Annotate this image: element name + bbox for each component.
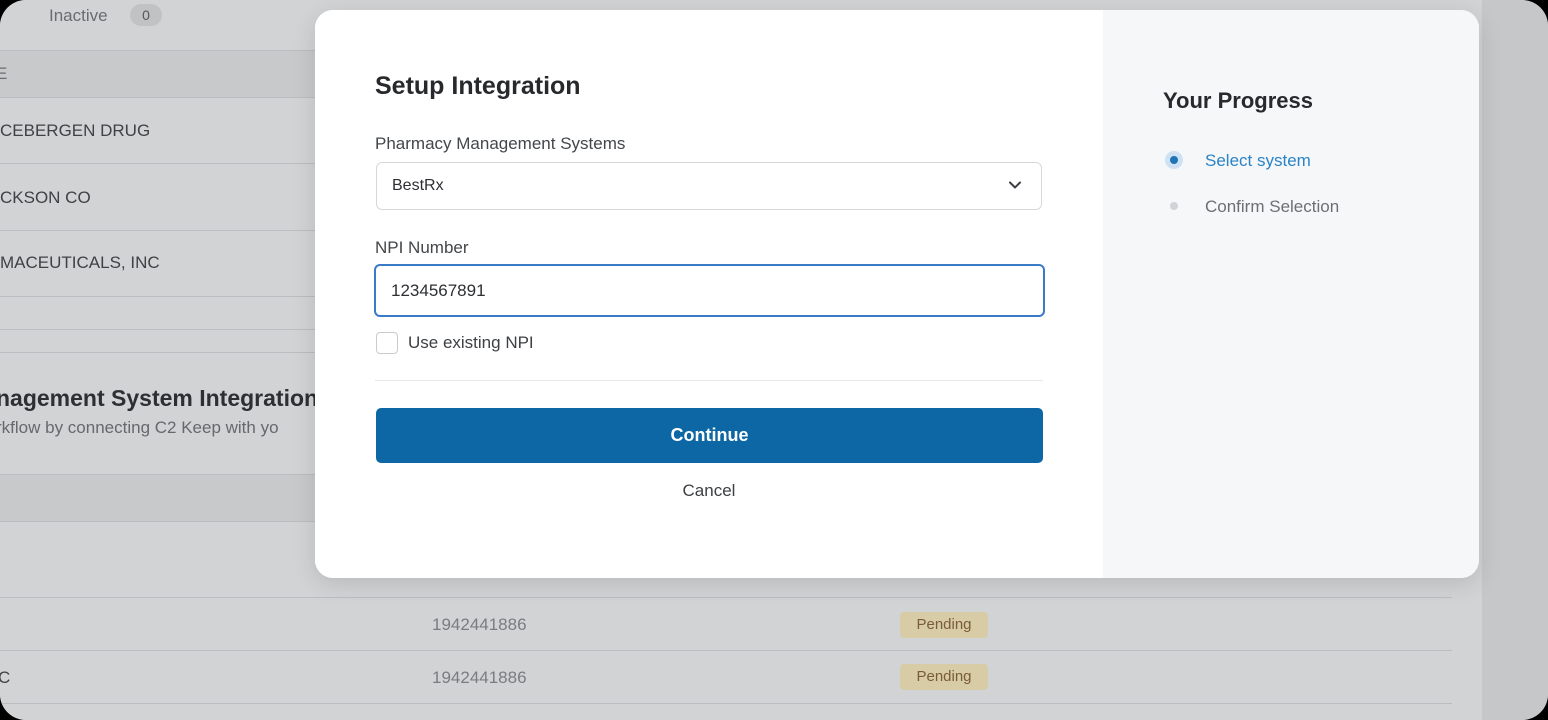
npi-field-label: NPI Number (375, 238, 469, 257)
step-label: Select system (1205, 151, 1311, 170)
table-row-name: CEBERGEN DRUG (0, 121, 151, 140)
table-row-npi: 1942441886 (432, 615, 527, 634)
section-title: nagement System Integration (0, 385, 319, 411)
modal-title: Setup Integration (375, 72, 581, 100)
table-row-name: MACEUTICALS, INC (0, 253, 160, 272)
cancel-button[interactable]: Cancel (649, 479, 769, 503)
pharmacy-system-select[interactable]: BestRx (376, 162, 1042, 210)
table-header-cell: E (0, 64, 8, 83)
divider (0, 703, 1452, 704)
divider (0, 650, 1452, 651)
select-value: BestRx (392, 177, 444, 194)
divider (0, 597, 1452, 598)
continue-button[interactable]: Continue (376, 408, 1043, 463)
dot-icon (1170, 202, 1178, 210)
table-row-name: CKSON CO (0, 188, 91, 207)
table-row-name: C (0, 668, 11, 687)
chevron-down-icon (1009, 181, 1021, 189)
status-badge: Pending (900, 612, 988, 638)
inactive-count-badge: 0 (130, 4, 162, 26)
progress-title: Your Progress (1163, 88, 1313, 113)
checkbox-label: Use existing NPI (408, 333, 534, 352)
setup-integration-modal: Setup Integration Pharmacy Management Sy… (315, 10, 1479, 578)
section-subtitle: rkflow by connecting C2 Keep with yo (0, 418, 279, 437)
filter-inactive-label[interactable]: Inactive (49, 6, 108, 26)
npi-number-input[interactable] (374, 264, 1045, 317)
form-divider (375, 380, 1043, 381)
screen-frame: Inactive 0 E CEBERGEN DRUG CKSON CO MACE… (0, 0, 1548, 720)
background-scroll-area (1482, 0, 1548, 720)
system-field-label: Pharmacy Management Systems (375, 134, 626, 153)
table-row-npi: 1942441886 (432, 668, 527, 687)
use-existing-npi-checkbox[interactable] (376, 332, 398, 354)
radio-dot-icon (1165, 151, 1183, 169)
step-label: Confirm Selection (1205, 197, 1340, 216)
status-badge: Pending (900, 664, 988, 690)
modal-form-panel: Setup Integration Pharmacy Management Sy… (315, 10, 1103, 578)
progress-panel: Your Progress Select system Confirm Sele… (1103, 10, 1479, 578)
